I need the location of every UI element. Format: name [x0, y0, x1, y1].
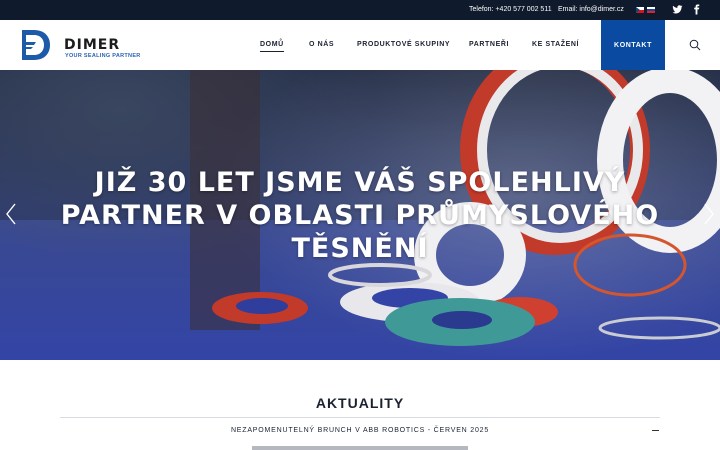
nav-item-product-groups[interactable]: PRODUKTOVÉ SKUPINY [357, 41, 450, 48]
main-header: DIMER YOUR SEALING PARTNER DOMŮ O NÁS PR… [0, 20, 720, 70]
dimer-logo-icon[interactable] [20, 28, 52, 62]
brand-name[interactable]: DIMER [64, 37, 120, 53]
hero-title: JIŽ 30 LET JSME VÁŠ SPOLEHLIVÝ PARTNER V… [60, 167, 660, 264]
nav-item-home[interactable]: DOMŮ [260, 41, 284, 52]
top-bar: Telefon: +420 577 002 511 Email: info@di… [0, 0, 720, 20]
brand-tagline: YOUR SEALING PARTNER [65, 53, 141, 59]
contact-button[interactable]: KONTAKT [601, 20, 665, 70]
email-link[interactable]: Email: info@dimer.cz [558, 6, 624, 13]
hero-slider: JIŽ 30 LET JSME VÁŠ SPOLEHLIVÝ PARTNER V… [0, 70, 720, 360]
nav-item-partners[interactable]: PARTNEŘI [469, 41, 509, 48]
cz-flag-icon[interactable] [636, 7, 644, 13]
sk-flag-icon[interactable] [647, 7, 655, 13]
news-image [252, 446, 468, 450]
facebook-icon[interactable] [691, 4, 702, 15]
twitter-icon[interactable] [672, 4, 683, 15]
phone-link[interactable]: Telefon: +420 577 002 511 [469, 6, 552, 13]
chevron-right-icon[interactable] [703, 203, 715, 225]
nav-item-downloads[interactable]: KE STAŽENÍ [532, 41, 579, 48]
nav-item-about[interactable]: O NÁS [309, 41, 334, 48]
divider [60, 417, 660, 418]
collapse-icon[interactable] [652, 430, 659, 431]
news-section-title: AKTUALITY [315, 395, 405, 411]
news-accordion-item[interactable]: NEZAPOMENUTELNÝ BRUNCH V ABB ROBOTICS - … [60, 427, 660, 434]
chevron-left-icon[interactable] [5, 203, 17, 225]
search-icon[interactable] [689, 39, 701, 51]
